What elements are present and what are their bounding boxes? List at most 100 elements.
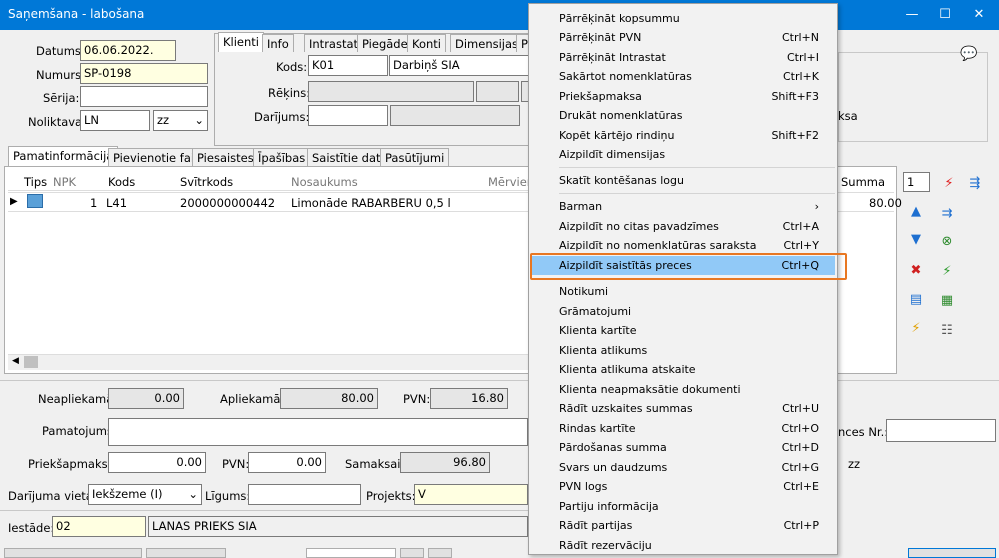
darijuma-vieta-select[interactable]: Iekšzeme (I) ⌄ — [88, 484, 202, 505]
tab-piesaistes[interactable]: Piesaistes — [192, 148, 259, 166]
col-npk[interactable]: NPK — [53, 175, 76, 189]
maximize-button[interactable]: ☐ — [928, 0, 962, 30]
menu-item-parrekinat-pvn[interactable]: Pārrēķināt PVN Ctrl+N — [531, 28, 835, 47]
serija-field[interactable] — [80, 86, 208, 107]
menu-item-skatit-kontesanas-logu[interactable]: Skatīt kontēšanas logu — [531, 171, 835, 190]
iestade-label: Iestāde: — [8, 521, 55, 535]
tab-saistitie-dati[interactable]: Saistītie dati — [307, 148, 389, 166]
tab-piegade[interactable]: Piegāde — [357, 34, 413, 52]
highlight-box — [530, 253, 847, 280]
iestade-name-field: LANAS PRIEKS SIA — [148, 516, 528, 537]
numurs-field[interactable]: SP-0198 — [80, 63, 208, 84]
menu-item-radit-rezervaciju[interactable]: Rādīt rezervāciju — [531, 536, 835, 555]
tab-pasutijumi[interactable]: Pasūtījumi — [380, 148, 450, 166]
menu-item-klienta-atlikums[interactable]: Klienta atlikums — [531, 341, 835, 360]
noliktava-select-value: zz — [157, 113, 170, 127]
menu-item-kopet-rindinu[interactable]: Kopēt kārtējo rindiņu Shift+F2 — [531, 126, 835, 145]
col-nosaukums[interactable]: Nosaukums — [291, 175, 358, 189]
noliktava-field[interactable]: LN — [80, 110, 150, 131]
pamatojums-field[interactable] — [108, 418, 528, 446]
menu-item-barman[interactable]: Barman › — [531, 197, 835, 216]
col-svitrkods[interactable]: Svītrkods — [180, 175, 233, 189]
menu-item-pardosanas-summa[interactable]: Pārdošanas summa Ctrl+D — [531, 438, 835, 457]
datums-field[interactable]: 06.06.2022. — [80, 40, 176, 61]
row-svitrkods: 2000000000442 — [180, 196, 276, 210]
scroll-thumb[interactable] — [24, 356, 38, 368]
rekins-field[interactable] — [308, 81, 474, 102]
menu-item-radit-uzskaites-summas[interactable]: Rādīt uzskaites summas Ctrl+U — [531, 399, 835, 418]
samaksai-label: Samaksai: — [345, 457, 405, 471]
window-title: Saņemšana - labošana — [8, 7, 145, 21]
menu-item-drukat-nomenklaturas[interactable]: Drukāt nomenklatūras — [531, 106, 835, 125]
menu-item-gramatojumi[interactable]: Grāmatojumi — [531, 302, 835, 321]
menu-item-rindas-kartite[interactable]: Rindas kartīte Ctrl+O — [531, 419, 835, 438]
menu-item-klienta-atlikuma-atskaite[interactable]: Klienta atlikuma atskaite — [531, 360, 835, 379]
darijums-field[interactable] — [308, 105, 388, 126]
darijuma-vieta-label: Darījuma vieta: — [8, 489, 97, 503]
noliktava-select[interactable]: zz ⌄ — [153, 110, 208, 131]
link-icon[interactable]: ⊗ — [938, 233, 956, 251]
menu-item-klienta-neapmaksatie[interactable]: Klienta neapmaksātie dokumenti — [531, 380, 835, 399]
document-icon[interactable]: ▤ — [907, 291, 925, 309]
col-summa[interactable]: Summa — [841, 175, 885, 189]
projekts-field[interactable]: V — [414, 484, 528, 505]
delete-icon[interactable]: ✖ — [907, 262, 925, 280]
menu-item-notikumi[interactable]: Notikumi — [531, 282, 835, 301]
insert-rows-icon[interactable]: ⇶ — [966, 175, 984, 193]
iestade-field[interactable]: 02 — [52, 516, 146, 537]
menu-item-parrekinat-intrastat[interactable]: Pārrēķināt Intrastat Ctrl+I — [531, 48, 835, 67]
menu-item-svars-un-daudzums[interactable]: Svars un daudzums Ctrl+G — [531, 458, 835, 477]
tab-pievienotie-faili[interactable]: Pievienotie faili — [108, 148, 206, 166]
scroll-left-icon[interactable]: ◀ — [12, 356, 19, 366]
row-nosaukums: Limonāde RABARBERU 0,5 l — [291, 196, 451, 210]
excel-icon[interactable]: ▦ — [938, 292, 956, 310]
ligums-field[interactable] — [248, 484, 361, 505]
menu-item-priekssapmaksa[interactable]: Priekšapmaksa Shift+F3 — [531, 87, 835, 106]
menu-item-aizpildit-dimensijas[interactable]: Aizpildīt dimensijas — [531, 145, 835, 164]
bottom-button-5[interactable] — [908, 548, 996, 558]
tab-intrastat[interactable]: Intrastat — [304, 34, 364, 52]
close-button[interactable]: ✕ — [962, 0, 996, 30]
indent-icon[interactable]: ⇉ — [938, 205, 956, 223]
lightning-red-icon[interactable]: ⚡ — [940, 175, 958, 193]
title-bar: Saņemšana - labošana — ☐ ✕ — [0, 0, 999, 30]
col-tips[interactable]: Tips — [24, 175, 47, 189]
tab-konti[interactable]: Konti — [407, 34, 446, 52]
menu-item-parrekinat-kopsummu[interactable]: Pārrēķināt kopsummu — [531, 9, 835, 28]
datums-label: Datums: — [36, 44, 85, 58]
kods-field[interactable]: K01 — [308, 55, 388, 76]
row-counter[interactable]: 1 — [903, 172, 930, 192]
menu-item-radit-partijas[interactable]: Rādīt partijas Ctrl+P — [531, 516, 835, 535]
pvn2-field[interactable]: 0.00 — [248, 452, 326, 473]
tab-ipasibas[interactable]: Īpašības — [253, 148, 311, 166]
bottom-button-4[interactable] — [428, 548, 452, 558]
bottom-button-2[interactable] — [146, 548, 226, 558]
noliktava-label: Noliktava: — [28, 115, 86, 129]
bottom-button-1[interactable] — [4, 548, 142, 558]
darijums-extra-field — [390, 105, 520, 126]
menu-item-partiju-informacija[interactable]: Partiju informācija — [531, 497, 835, 516]
lightning-yellow-icon[interactable]: ⚡ — [907, 320, 925, 338]
minimize-button[interactable]: — — [895, 0, 929, 30]
move-down-icon[interactable]: ▼ — [907, 231, 925, 249]
move-up-icon[interactable]: ▲ — [907, 203, 925, 221]
bottom-button-3[interactable] — [400, 548, 424, 558]
bottom-field[interactable] — [306, 548, 396, 558]
priekssapmaksa-field[interactable]: 0.00 — [108, 452, 206, 473]
horizontal-scrollbar[interactable] — [8, 354, 528, 370]
tab-dimensijas[interactable]: Dimensijas — [450, 34, 524, 52]
lightning-green-icon[interactable]: ⚡ — [938, 263, 956, 281]
ences-field[interactable] — [886, 419, 996, 442]
menu-item-sakartot-nomenklaturas[interactable]: Sakārtot nomenklatūras Ctrl+K — [531, 67, 835, 86]
tree-icon[interactable]: ☷ — [938, 322, 956, 340]
projekts-label: Projekts: — [366, 489, 416, 503]
neapliekama-label: Neapliekamā: — [38, 392, 118, 406]
menu-item-klienta-kartite[interactable]: Klienta kartīte — [531, 321, 835, 340]
menu-item-aizpildit-no-citas-pavadzimes[interactable]: Aizpildīt no citas pavadzīmes Ctrl+A — [531, 217, 835, 236]
tab-pamatinformacija[interactable]: Pamatinformācija — [8, 146, 119, 166]
chat-icon[interactable]: 💬 — [960, 46, 977, 62]
tab-info[interactable]: Info — [262, 34, 294, 52]
tab-klienti[interactable]: Klienti — [218, 32, 264, 52]
col-kods[interactable]: Kods — [108, 175, 135, 189]
menu-item-pvn-logs[interactable]: PVN logs Ctrl+E — [531, 477, 835, 496]
